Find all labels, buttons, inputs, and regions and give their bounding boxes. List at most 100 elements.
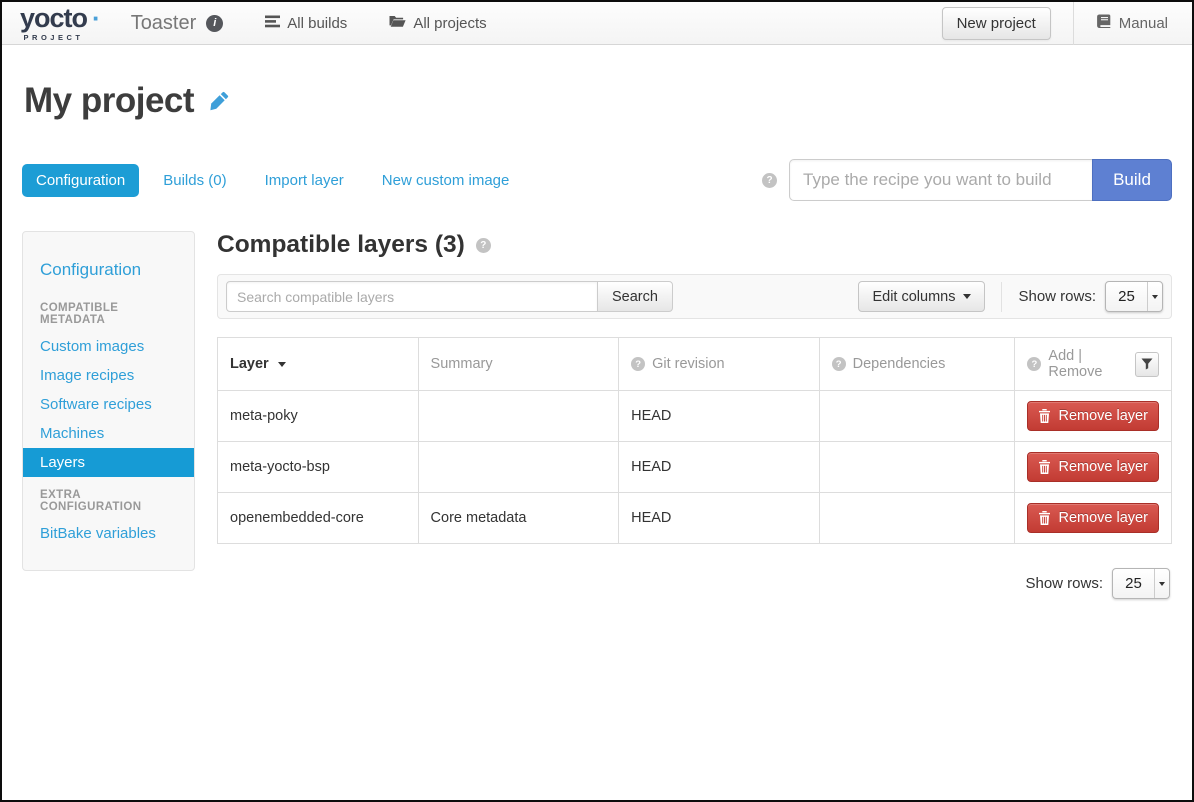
pagination-controls: Show rows: 25 — [217, 568, 1172, 599]
git-revision-help-icon[interactable]: ? — [631, 357, 645, 371]
action-cell: Remove layer — [1014, 441, 1172, 492]
select-caret — [1154, 569, 1169, 598]
show-rows-select-bottom[interactable]: 25 — [1112, 568, 1170, 599]
sidebar-item-image-recipes[interactable]: Image recipes — [23, 361, 194, 390]
logo-text: yocto — [20, 5, 87, 32]
layers-help-icon[interactable]: ? — [476, 238, 491, 253]
tab-import-layer[interactable]: Import layer — [251, 164, 358, 197]
show-rows-select[interactable]: 25 — [1105, 281, 1163, 312]
column-header-layer[interactable]: Layer — [217, 337, 418, 390]
builds-list-icon — [265, 15, 280, 32]
remove-layer-label: Remove layer — [1058, 510, 1147, 526]
remove-layer-button[interactable]: Remove layer — [1027, 452, 1159, 482]
edit-columns-label: Edit columns — [872, 289, 955, 305]
column-header-git-revision: ? Git revision — [618, 337, 819, 390]
main-panel: Compatible layers (3) ? Search Edit colu… — [217, 231, 1172, 599]
summary-column-label: Summary — [431, 356, 493, 372]
sidebar-item-custom-images[interactable]: Custom images — [23, 332, 194, 361]
table-row: meta-poky HEAD Remove laye — [217, 390, 1172, 441]
layer-name-cell: openembedded-core — [217, 492, 418, 544]
git-revision-cell: HEAD — [618, 492, 819, 544]
nav-all-projects[interactable]: All projects — [389, 15, 486, 32]
page-title: My project — [24, 81, 194, 121]
build-form: ? Build — [762, 159, 1172, 201]
project-tabs-row: Configuration Builds (0) Import layer Ne… — [22, 159, 1172, 201]
navbar-right: New project Manual — [942, 2, 1192, 44]
project-tabs: Configuration Builds (0) Import layer Ne… — [22, 164, 533, 197]
logo-dot: · — [92, 5, 101, 31]
all-builds-label: All builds — [287, 15, 347, 32]
compatible-layers-table: Layer Summary ? Git revision — [217, 337, 1172, 544]
column-header-summary: Summary — [418, 337, 619, 390]
remove-layer-button[interactable]: Remove layer — [1027, 401, 1159, 431]
dependencies-cell — [819, 390, 1015, 441]
build-button[interactable]: Build — [1092, 159, 1172, 201]
compatible-layers-heading: Compatible layers (3) — [217, 231, 465, 259]
remove-layer-button[interactable]: Remove layer — [1027, 503, 1159, 533]
summary-cell: Core metadata — [418, 492, 619, 544]
show-rows-label: Show rows: — [1018, 288, 1096, 305]
search-layers-input[interactable] — [226, 281, 598, 312]
summary-cell — [418, 441, 619, 492]
git-revision-cell: HEAD — [618, 390, 819, 441]
sidebar-section-compatible-metadata: COMPATIBLE METADATA — [23, 290, 194, 332]
tab-new-custom-image[interactable]: New custom image — [368, 164, 524, 197]
column-header-add-remove: ? Add | Remove — [1014, 337, 1172, 390]
remove-layer-label: Remove layer — [1058, 459, 1147, 475]
remove-layer-label: Remove layer — [1058, 408, 1147, 424]
show-rows-value: 25 — [1106, 288, 1147, 305]
new-project-button[interactable]: New project — [942, 7, 1051, 40]
build-help-icon[interactable]: ? — [762, 173, 777, 188]
search-button[interactable]: Search — [597, 281, 673, 312]
app-window: yocto PROJECT · Toaster i All builds All — [0, 0, 1194, 802]
show-rows-value: 25 — [1113, 575, 1154, 592]
action-cell: Remove layer — [1014, 390, 1172, 441]
chevron-down-icon — [963, 294, 971, 299]
table-row: openembedded-core Core metadata HEAD — [217, 492, 1172, 544]
add-remove-column-label: Add | Remove — [1048, 348, 1128, 380]
layer-name-cell: meta-poky — [217, 390, 418, 441]
sidebar-item-software-recipes[interactable]: Software recipes — [23, 390, 194, 419]
add-remove-help-icon[interactable]: ? — [1027, 357, 1041, 371]
layer-name-cell: meta-yocto-bsp — [217, 441, 418, 492]
sidebar-item-layers[interactable]: Layers — [23, 448, 194, 477]
yocto-logo[interactable]: yocto PROJECT · — [20, 5, 101, 42]
divider — [1001, 282, 1002, 312]
sort-caret-icon — [278, 362, 286, 367]
dependencies-cell — [819, 492, 1015, 544]
sidebar-section-extra-configuration: EXTRA CONFIGURATION — [23, 477, 194, 519]
nav-manual[interactable]: Manual — [1073, 2, 1192, 45]
show-rows-label: Show rows: — [1025, 575, 1103, 592]
recipe-build-input[interactable] — [789, 159, 1092, 201]
dependencies-help-icon[interactable]: ? — [832, 357, 846, 371]
git-revision-cell: HEAD — [618, 441, 819, 492]
manual-label: Manual — [1119, 15, 1168, 32]
dependencies-column-label: Dependencies — [853, 356, 946, 372]
column-header-dependencies: ? Dependencies — [819, 337, 1015, 390]
dependencies-cell — [819, 441, 1015, 492]
summary-cell — [418, 390, 619, 441]
info-icon[interactable]: i — [206, 15, 223, 32]
sidebar-item-bitbake-variables[interactable]: BitBake variables — [23, 519, 194, 548]
config-sidebar: Configuration COMPATIBLE METADATA Custom… — [22, 231, 195, 571]
table-controls-bar: Search Edit columns Show rows: 25 — [217, 274, 1172, 319]
all-projects-label: All projects — [413, 15, 486, 32]
top-navbar: yocto PROJECT · Toaster i All builds All — [2, 2, 1192, 45]
edit-columns-button[interactable]: Edit columns — [858, 281, 985, 312]
action-cell: Remove layer — [1014, 492, 1172, 544]
nav-all-builds[interactable]: All builds — [265, 15, 347, 32]
select-caret — [1147, 282, 1162, 311]
filter-button[interactable] — [1135, 352, 1159, 377]
table-row: meta-yocto-bsp HEAD Remove — [217, 441, 1172, 492]
logo-subtext: PROJECT — [24, 34, 84, 42]
book-icon — [1096, 14, 1111, 32]
layer-column-label: Layer — [230, 356, 269, 372]
tab-builds[interactable]: Builds (0) — [149, 164, 240, 197]
sidebar-item-configuration[interactable]: Configuration — [23, 252, 194, 290]
tab-configuration[interactable]: Configuration — [22, 164, 139, 197]
app-title: Toaster — [131, 12, 197, 35]
folder-open-icon — [389, 15, 406, 32]
git-revision-column-label: Git revision — [652, 356, 725, 372]
edit-project-name-icon[interactable] — [209, 91, 229, 111]
sidebar-item-machines[interactable]: Machines — [23, 419, 194, 448]
